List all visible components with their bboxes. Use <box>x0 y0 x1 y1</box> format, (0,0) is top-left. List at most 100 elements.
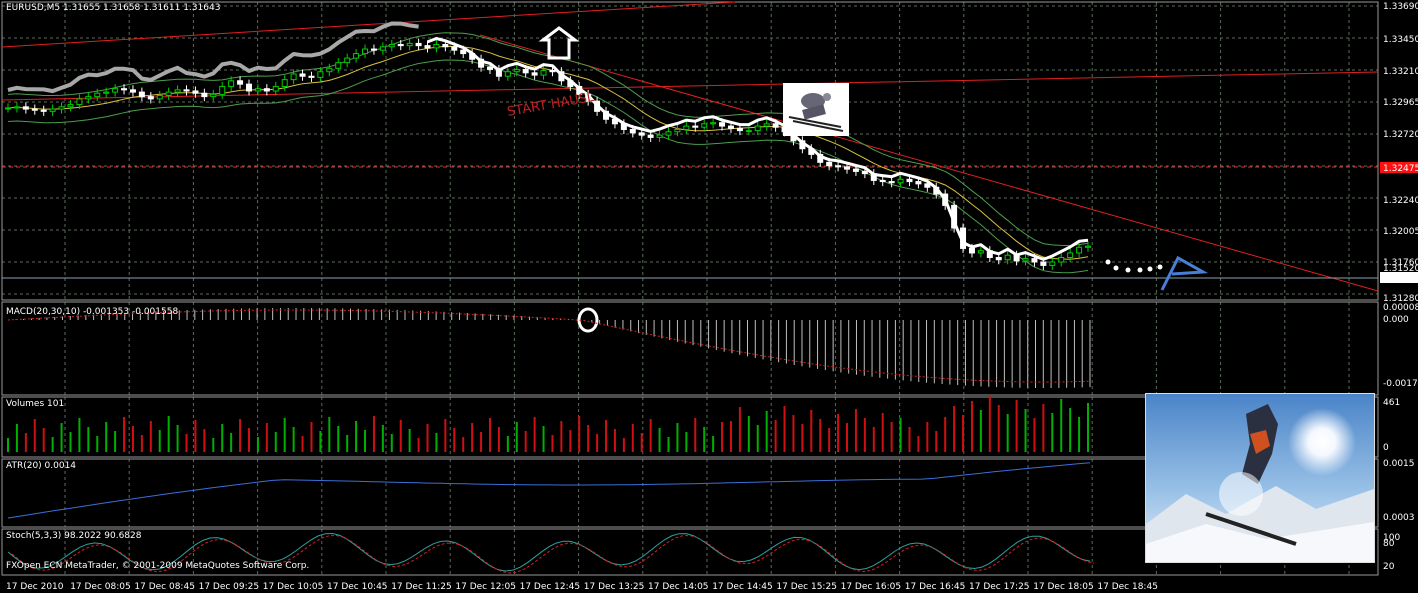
candle-body <box>58 106 65 110</box>
candle-body <box>219 85 226 95</box>
projection-dot <box>1105 259 1111 265</box>
candle-body <box>299 73 306 77</box>
candle-body <box>228 80 235 87</box>
stoch-header: Stoch(5,3,3) 98.2022 90.6828 <box>6 531 142 541</box>
skier-doodle-image <box>783 83 849 136</box>
candle-body <box>272 85 279 92</box>
candle-body <box>147 96 154 100</box>
price-axis: 1.33690 1.33450 1.33210 1.32965 1.32720 1.324… <box>1380 2 1418 572</box>
candle-body <box>460 49 467 55</box>
trend-lines <box>1 1 1379 292</box>
candle-body <box>692 125 699 128</box>
candle-body <box>344 57 351 64</box>
candle-body <box>727 125 734 129</box>
candle-body <box>665 131 672 136</box>
candle-body <box>888 181 895 184</box>
time-tick-label: 17 Dec 13:25 <box>584 582 645 592</box>
candle-body <box>281 79 288 87</box>
macd-header: MACD(20,30,10) -0.001353 -0.001558 <box>6 307 179 317</box>
candle-body <box>174 89 181 93</box>
time-tick-label: 17 Dec 11:25 <box>391 582 452 592</box>
time-tick-label: 17 Dec 16:45 <box>905 582 966 592</box>
price-tick-label: 1.32965 <box>1383 98 1418 108</box>
projection-dot <box>1113 265 1119 271</box>
candle-body <box>968 247 975 254</box>
candle-body <box>308 75 315 78</box>
candle-body <box>736 127 743 132</box>
candle-body <box>263 88 270 92</box>
candle-body <box>451 46 458 51</box>
time-tick-label: 17 Dec 14:05 <box>648 582 709 592</box>
volume-bars <box>7 396 1089 452</box>
price-tick-label: 1.33450 <box>1383 35 1418 45</box>
candle-body <box>683 125 690 130</box>
pane-border <box>1 301 1379 396</box>
candle-body <box>897 178 904 184</box>
candle-body <box>879 179 886 183</box>
subpane-tick-label: 461 <box>1383 398 1400 408</box>
time-tick-label: 17 Dec 16:05 <box>841 582 902 592</box>
candle-body <box>763 123 770 127</box>
candle-body <box>861 170 868 175</box>
candle-body <box>540 70 547 76</box>
trend-line-down <box>479 34 1379 292</box>
macd-histogram <box>7 308 1091 388</box>
candle-body <box>772 123 779 128</box>
candle-body <box>647 134 654 138</box>
subpane-tick-label: 0.000 <box>1383 315 1409 325</box>
candle-body <box>397 44 404 47</box>
candle-body <box>40 109 47 112</box>
candle-body <box>406 42 413 47</box>
candle-body <box>1067 252 1074 258</box>
subpane-tick-label: 0.0015 <box>1383 459 1415 469</box>
candle-body <box>719 122 726 127</box>
skier-photo <box>1145 393 1375 563</box>
white-up-arrow <box>538 26 580 60</box>
price-tick-label: 1.32720 <box>1383 130 1418 140</box>
candle-body <box>210 93 217 98</box>
candle-body <box>710 122 717 125</box>
candle-body <box>1049 261 1056 266</box>
candle-body <box>977 250 984 254</box>
candle-body <box>656 134 663 138</box>
candle-body <box>129 89 136 93</box>
time-tick-label: 17 Dec 17:25 <box>969 582 1030 592</box>
candle-body <box>1031 258 1038 263</box>
candle-body <box>915 181 922 185</box>
candle-body <box>317 71 324 78</box>
time-tick-label: 17 Dec 10:05 <box>263 582 324 592</box>
candle-body <box>531 72 538 76</box>
candle-body <box>826 161 833 167</box>
current-price-label: 1.31643 <box>1383 274 1418 284</box>
candle-body <box>237 80 244 85</box>
macd-signal-line <box>7 309 1091 383</box>
candle-body <box>201 92 208 98</box>
atr-line <box>7 462 1091 519</box>
price-tick-label: 1.32240 <box>1383 196 1418 206</box>
price-tick-label: 1.32005 <box>1383 227 1418 237</box>
candle-body <box>103 91 110 94</box>
atr-line <box>7 462 1091 519</box>
projection-dot <box>1147 266 1153 272</box>
candle-body <box>22 106 29 110</box>
candle-body <box>76 98 83 106</box>
candle-body <box>165 91 172 96</box>
candle-body <box>1022 258 1029 262</box>
subpane-tick-label: 20 <box>1383 562 1395 572</box>
subpane-tick-label: 0.000082 <box>1383 303 1418 313</box>
candle-body <box>754 125 761 132</box>
time-tick-label: 17 Dec 18:45 <box>1097 582 1158 592</box>
candle-body <box>362 48 369 55</box>
candle-body <box>121 88 128 91</box>
candle-body <box>701 123 708 128</box>
candle-body <box>522 68 529 74</box>
pane-border <box>1 1 1379 301</box>
copyright-text: FXOpen ECN MetaTrader, © 2001-2009 MetaQ… <box>6 561 310 571</box>
candle-body <box>745 130 752 133</box>
candle-body <box>326 67 333 73</box>
candle-body <box>1004 254 1011 261</box>
candle-body <box>433 44 440 49</box>
candle-body <box>85 96 92 100</box>
candle-body <box>192 90 199 94</box>
projection-dot <box>1125 267 1131 273</box>
